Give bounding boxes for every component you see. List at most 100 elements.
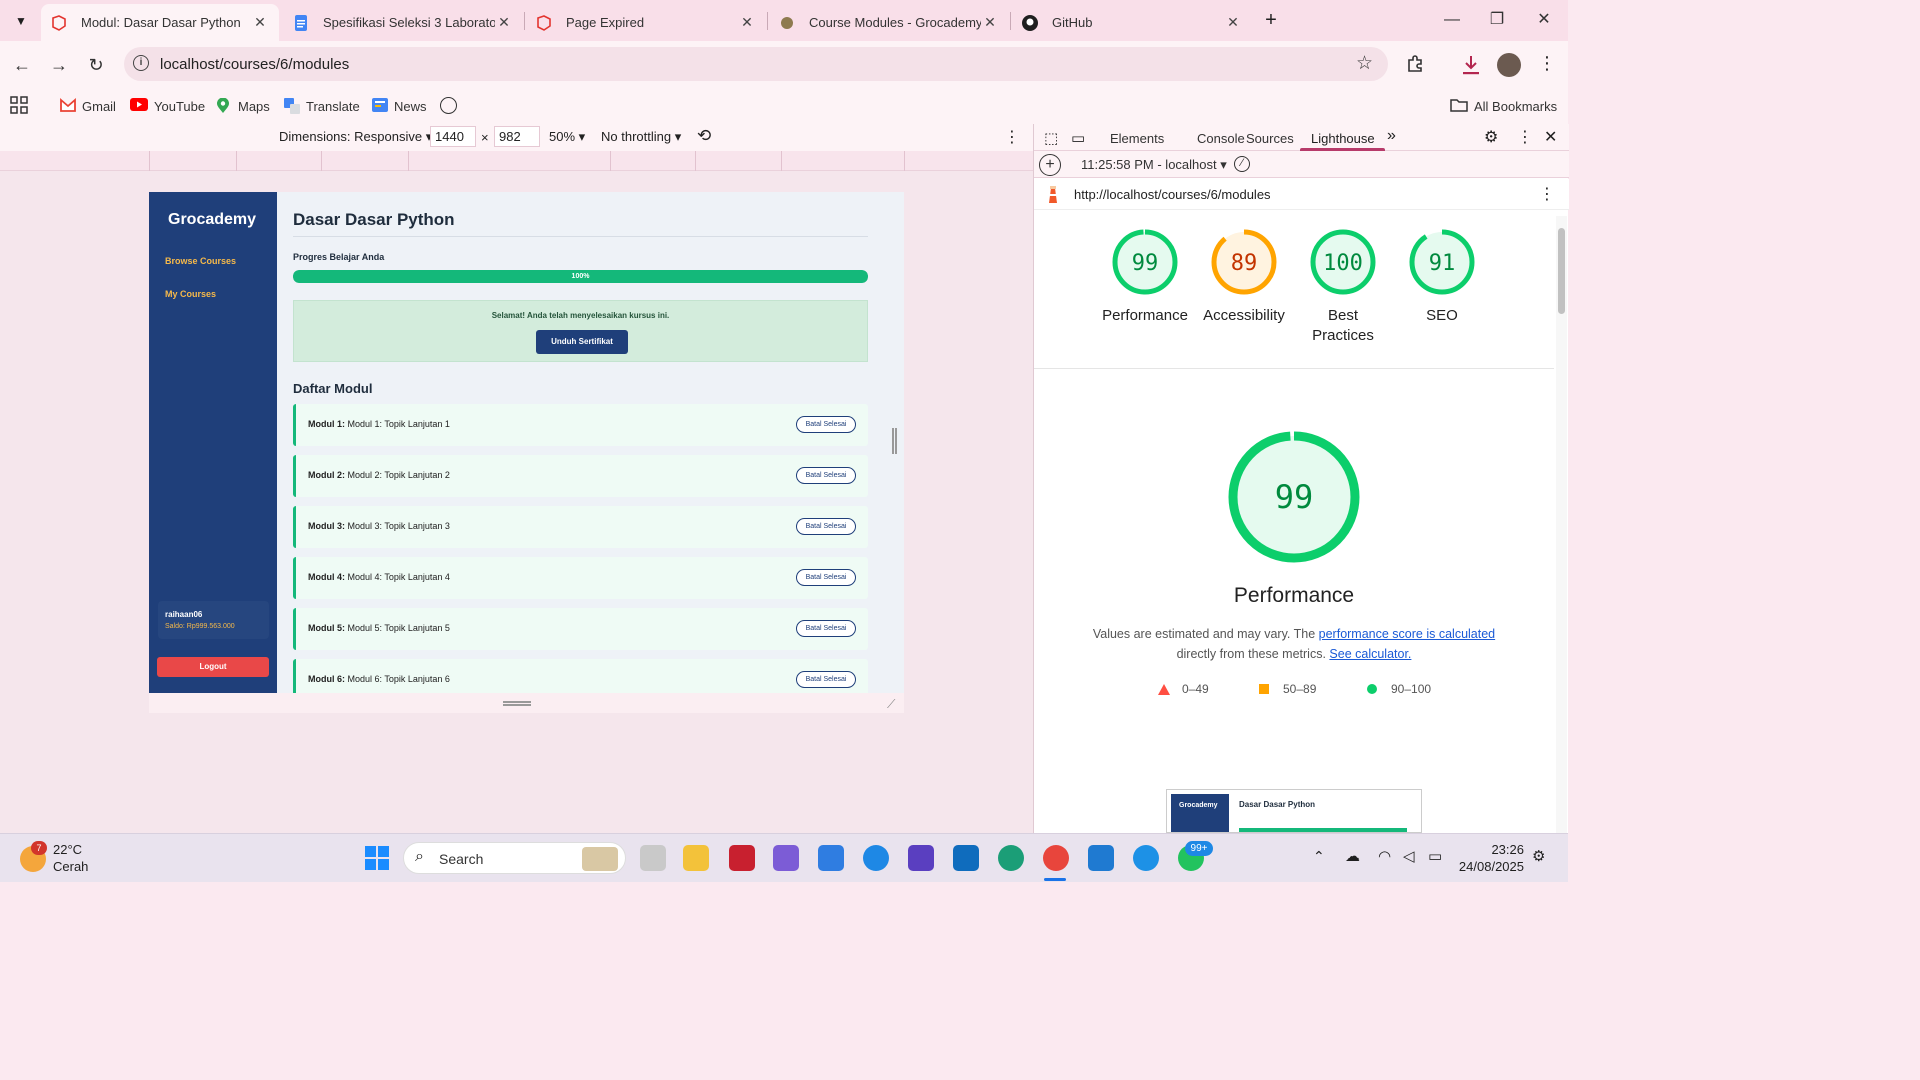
microsoft-store-icon[interactable] [818,845,844,871]
nav-browse-courses[interactable]: Browse Courses [165,256,236,266]
see-calculator-link[interactable]: See calculator. [1329,647,1411,661]
forward-icon[interactable]: → [45,51,73,79]
outlook-icon[interactable] [953,845,979,871]
height-input[interactable]: 982 [494,126,540,147]
wifi-icon[interactable]: ◠ [1378,847,1391,865]
vscode-icon[interactable] [1088,845,1114,871]
restore-icon[interactable]: ❐ [1477,8,1517,32]
battery-icon[interactable]: ▭ [1428,847,1442,865]
devtools-tab-lighthouse[interactable]: Lighthouse [1311,131,1375,146]
module-item[interactable]: Modul 5: Modul 5: Topik Lanjutan 5 Batal… [293,608,868,650]
width-input[interactable]: 1440 [430,126,476,147]
more-tabs-icon[interactable]: » [1387,127,1396,145]
undo-complete-button[interactable]: Batal Selesai [796,467,856,484]
browser-menu-icon[interactable]: ⋮ [1538,53,1556,74]
close-tab-icon[interactable]: ✕ [495,14,513,31]
tray-chevron-icon[interactable]: ⌃ [1313,848,1325,865]
download-certificate-button[interactable]: Unduh Sertifikat [536,330,628,354]
tab-course-modules[interactable]: Course Modules - Grocademy ✕ [769,4,1009,41]
final-screenshot-thumbnail[interactable]: Grocademy Dasar Dasar Python [1166,789,1422,833]
settings-gear-icon[interactable]: ⚙ [1484,127,1498,147]
profile-avatar[interactable] [1497,53,1521,77]
score-accessibility[interactable]: 89 Accessibility [1189,228,1299,326]
report-selector[interactable]: 11:25:58 PM - localhost ▾ [1081,157,1227,173]
windows-start-icon[interactable] [365,846,389,870]
site-info-icon[interactable]: i [133,55,149,71]
back-icon[interactable]: ← [8,51,36,79]
notifications-icon[interactable]: ⚙ [1532,847,1545,865]
taskbar-search[interactable]: ⌕ Search [403,842,626,874]
module-item[interactable]: Modul 3: Modul 3: Topik Lanjutan 3 Batal… [293,506,868,548]
device-menu-icon[interactable]: ⋮ [1004,127,1020,147]
score-best-practices[interactable]: 100 Best Practices [1288,228,1398,346]
undo-complete-button[interactable]: Batal Selesai [796,569,856,586]
devtools-tab-console[interactable]: Console [1197,131,1245,146]
copilot-icon[interactable] [773,845,799,871]
undo-complete-button[interactable]: Batal Selesai [796,671,856,688]
tab-search-chevron-icon[interactable]: ▼ [10,10,32,32]
docker-icon[interactable] [1133,845,1159,871]
devtools-tab-elements[interactable]: Elements [1110,131,1164,146]
clock-date[interactable]: 24/08/2025 [1452,859,1524,874]
new-tab-button[interactable]: + [1258,6,1284,34]
close-devtools-icon[interactable]: ✕ [1544,127,1557,147]
tab-github[interactable]: GitHub ✕ [1012,4,1252,41]
score-calculated-link[interactable]: performance score is calculated [1319,627,1495,641]
bookmark-translate[interactable]: Translate [284,94,360,118]
throttling-select[interactable]: No throttling ▾ [601,129,681,145]
scroll-thumb[interactable] [1558,228,1565,314]
task-view-icon[interactable] [640,845,666,871]
resize-corner-icon[interactable]: ⟋ [887,697,895,712]
globe-icon[interactable] [440,97,457,114]
apps-grid-icon[interactable] [10,96,28,114]
device-toggle-icon[interactable]: ▭ [1071,129,1085,147]
resize-handle-bottom-icon[interactable] [503,701,531,706]
extensions-icon[interactable] [1406,54,1428,76]
tab-spesifikasi[interactable]: Spesifikasi Seleksi 3 Laboratoriu ✕ [283,4,523,41]
reload-icon[interactable]: ↻ [82,51,110,79]
devtools-scrollbar[interactable] [1556,216,1567,833]
onedrive-icon[interactable]: ☁ [1345,847,1360,865]
report-menu-icon[interactable]: ⋮ [1539,184,1555,204]
nav-my-courses[interactable]: My Courses [165,289,216,299]
mcafee-icon[interactable] [729,845,755,871]
media-player-icon[interactable] [908,845,934,871]
close-window-icon[interactable]: ✕ [1524,8,1564,32]
close-tab-icon[interactable]: ✕ [738,14,756,31]
bookmark-youtube[interactable]: YouTube [130,94,205,118]
bookmark-maps[interactable]: Maps [216,94,270,118]
new-report-icon[interactable]: + [1039,154,1061,176]
undo-complete-button[interactable]: Batal Selesai [796,518,856,535]
close-tab-icon[interactable]: ✕ [981,14,999,31]
close-tab-icon[interactable]: ✕ [251,14,269,31]
bookmark-star-icon[interactable]: ☆ [1356,52,1373,75]
zoom-select[interactable]: 50% ▾ [549,129,585,145]
tab-modul[interactable]: Modul: Dasar Dasar Python ✕ [41,4,279,41]
file-explorer-icon[interactable] [683,845,709,871]
score-seo[interactable]: 91 SEO [1387,228,1497,326]
bookmark-news[interactable]: News [372,94,427,118]
clear-icon[interactable]: ⁄ [1234,156,1250,172]
all-bookmarks[interactable]: All Bookmarks [1450,94,1557,118]
dimensions-select[interactable]: Dimensions: Responsive ▾ [279,129,432,145]
address-bar[interactable]: i localhost/courses/6/modules ☆ [124,47,1388,81]
undo-complete-button[interactable]: Batal Selesai [796,416,856,433]
rotate-icon[interactable]: ⟲ [697,126,711,146]
inspect-element-icon[interactable]: ⬚ [1044,129,1058,147]
module-item[interactable]: Modul 1: Modul 1: Topik Lanjutan 1 Batal… [293,404,868,446]
module-item[interactable]: Modul 4: Modul 4: Topik Lanjutan 4 Batal… [293,557,868,599]
logout-button[interactable]: Logout [157,657,269,677]
score-performance[interactable]: 99 Performance [1090,228,1200,326]
minimize-icon[interactable]: — [1432,8,1472,32]
devtools-menu-icon[interactable]: ⋮ [1517,127,1533,147]
bookmark-gmail[interactable]: Gmail [60,94,116,118]
module-item[interactable]: Modul 2: Modul 2: Topik Lanjutan 2 Batal… [293,455,868,497]
resize-handle-right-icon[interactable] [892,428,897,454]
undo-complete-button[interactable]: Batal Selesai [796,620,856,637]
close-tab-icon[interactable]: ✕ [1224,14,1242,31]
help-icon[interactable] [863,845,889,871]
tab-page-expired[interactable]: Page Expired ✕ [526,4,766,41]
volume-icon[interactable]: ◁ [1403,847,1415,865]
edge-icon[interactable] [998,845,1024,871]
chrome-icon[interactable] [1043,845,1069,871]
